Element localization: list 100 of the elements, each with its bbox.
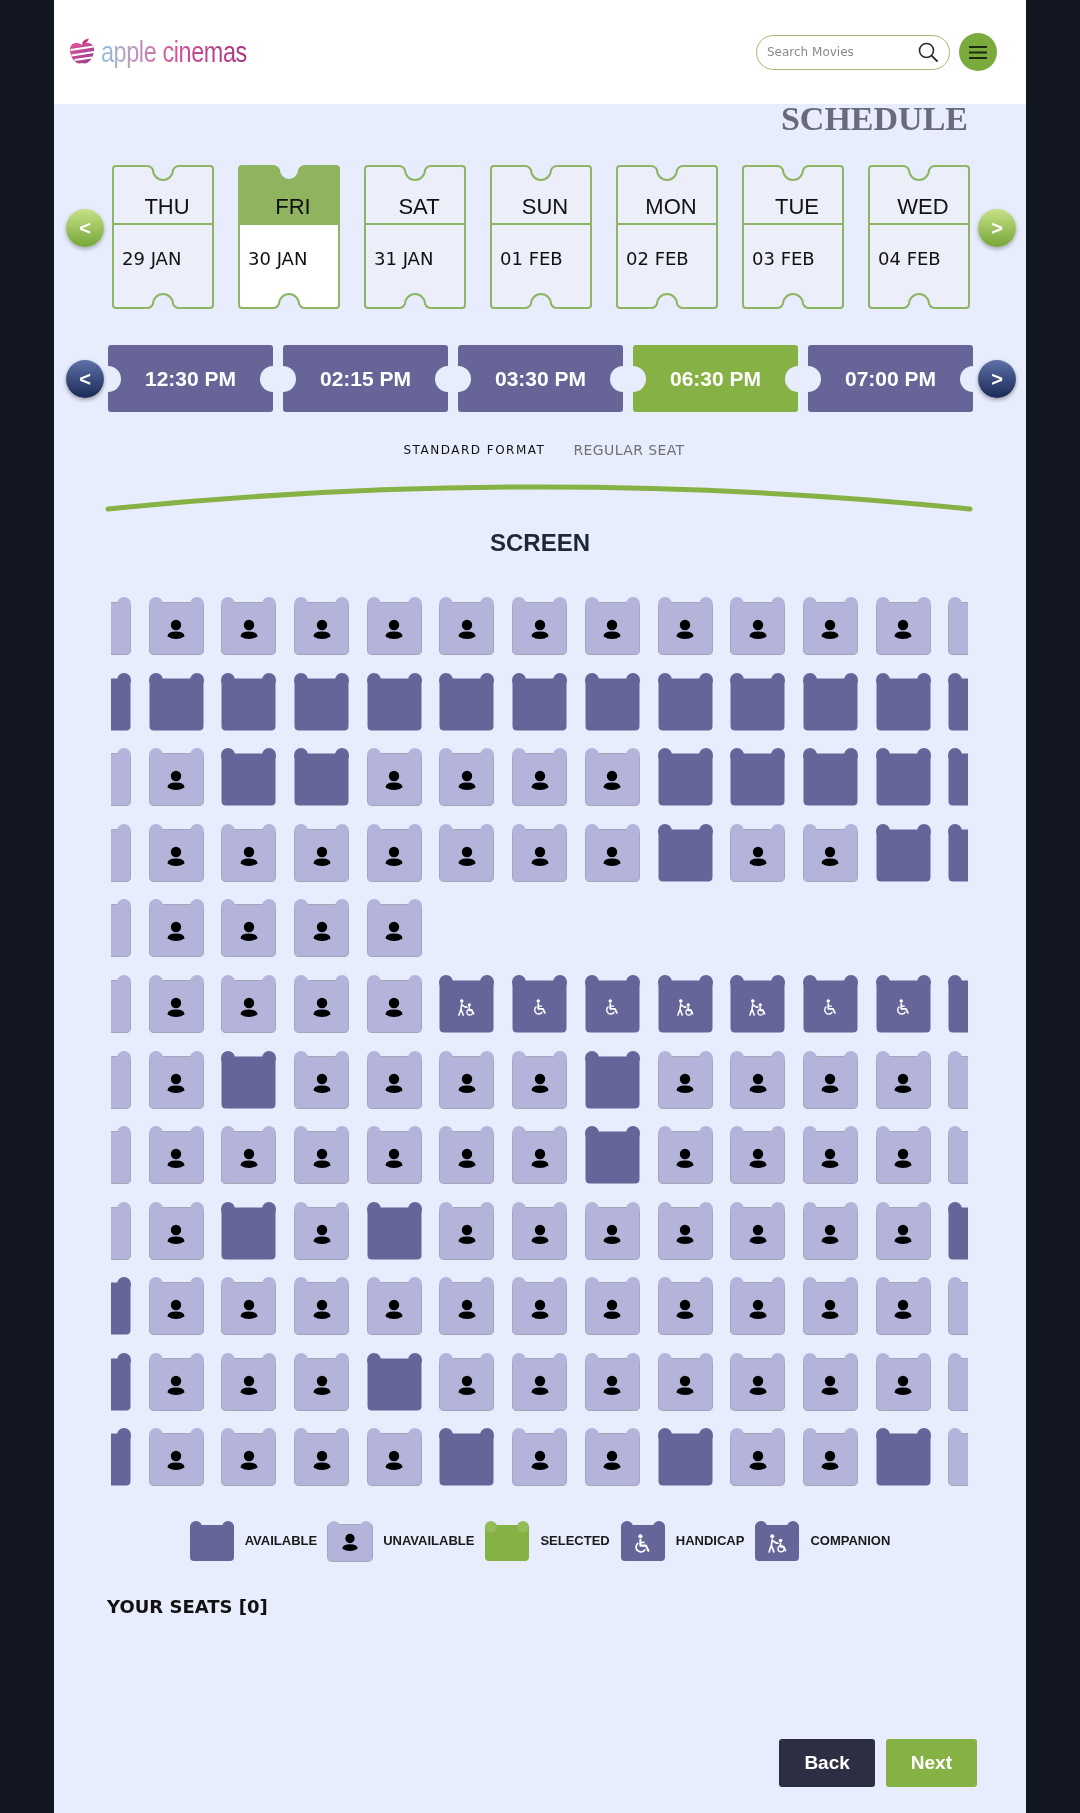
- seat[interactable]: [730, 975, 786, 1033]
- back-button[interactable]: Back: [779, 1739, 875, 1787]
- date-tab[interactable]: THU 29 JAN: [112, 165, 214, 309]
- seat: [584, 1428, 640, 1486]
- seat[interactable]: [802, 672, 858, 731]
- person-icon: [384, 1148, 405, 1170]
- next-time-button[interactable]: >: [978, 359, 1016, 398]
- seat[interactable]: [584, 1050, 640, 1109]
- person-icon: [238, 1299, 259, 1321]
- time-tab[interactable]: 07:00 PM: [808, 345, 973, 412]
- wheelchair-icon: [532, 999, 547, 1015]
- date-tab[interactable]: SUN 01 FEB: [490, 165, 592, 309]
- seat[interactable]: [875, 823, 931, 882]
- seat[interactable]: [148, 672, 204, 731]
- person-icon: [166, 845, 187, 868]
- seat: [875, 1201, 931, 1260]
- seat: [148, 1428, 204, 1486]
- date-tab[interactable]: SAT 31 JAN: [364, 165, 466, 309]
- seat[interactable]: [875, 748, 931, 806]
- seat: [948, 1352, 969, 1411]
- seat[interactable]: [221, 1050, 277, 1109]
- seat: [584, 1201, 640, 1260]
- time-tab[interactable]: 02:15 PM: [283, 345, 448, 412]
- seat[interactable]: [948, 823, 969, 882]
- seat[interactable]: [948, 672, 969, 731]
- seat: [802, 823, 858, 882]
- date-tab[interactable]: WED 04 FEB: [868, 165, 970, 309]
- seat[interactable]: [657, 823, 713, 882]
- seat[interactable]: [657, 748, 713, 806]
- wheelchair-icon: [605, 999, 620, 1015]
- seat[interactable]: [730, 672, 786, 731]
- seat[interactable]: [657, 975, 713, 1033]
- seat[interactable]: [294, 748, 350, 806]
- person-icon: [384, 997, 405, 1019]
- time-tab[interactable]: 03:30 PM: [458, 345, 623, 412]
- person-icon: [456, 1072, 477, 1095]
- seat[interactable]: [584, 1126, 640, 1184]
- seat: [111, 748, 131, 806]
- seat[interactable]: [111, 1352, 131, 1411]
- seat[interactable]: [948, 1201, 969, 1260]
- seat[interactable]: [512, 672, 568, 731]
- date-tab[interactable]: FRI 30 JAN: [238, 165, 340, 309]
- seat[interactable]: [294, 672, 350, 731]
- seat[interactable]: [366, 1201, 422, 1260]
- seat: [221, 899, 277, 957]
- seat[interactable]: [948, 748, 969, 806]
- seat: [294, 899, 350, 957]
- seat[interactable]: [657, 672, 713, 731]
- seat[interactable]: [366, 1352, 422, 1411]
- seat[interactable]: [730, 748, 786, 806]
- person-icon: [384, 1299, 405, 1321]
- seat[interactable]: [512, 975, 568, 1033]
- person-icon: [384, 845, 405, 868]
- search-field[interactable]: Search Movies: [756, 34, 950, 70]
- seat[interactable]: [584, 975, 640, 1033]
- seat: [584, 1277, 640, 1335]
- seat[interactable]: [875, 975, 931, 1033]
- wheelchair-icon: [896, 999, 911, 1015]
- seat[interactable]: [802, 975, 858, 1033]
- seat[interactable]: [221, 748, 277, 806]
- seat[interactable]: [439, 1428, 495, 1486]
- seat[interactable]: [439, 975, 495, 1033]
- person-icon: [675, 619, 695, 641]
- legend-label: SELECTED: [540, 1532, 610, 1551]
- person-icon: [529, 1374, 550, 1397]
- seat: [366, 823, 422, 882]
- person-icon: [238, 619, 259, 641]
- seat[interactable]: [657, 1428, 713, 1486]
- seat[interactable]: [366, 672, 422, 731]
- seat[interactable]: [875, 672, 931, 731]
- seat: [148, 597, 204, 655]
- person-icon: [820, 619, 841, 641]
- date-tab[interactable]: MON 02 FEB: [616, 165, 718, 309]
- menu-icon: [969, 45, 987, 59]
- seat[interactable]: [802, 748, 858, 806]
- time-tab[interactable]: 12:30 PM: [108, 345, 273, 412]
- seat[interactable]: [111, 1277, 131, 1335]
- seat[interactable]: [439, 672, 495, 731]
- seat[interactable]: [584, 672, 640, 731]
- person-icon: [747, 1148, 768, 1170]
- seat: [148, 1277, 204, 1335]
- seat[interactable]: [875, 1428, 931, 1486]
- person-icon: [238, 845, 259, 868]
- seat[interactable]: [111, 672, 131, 731]
- seat[interactable]: [948, 975, 969, 1033]
- seat[interactable]: [111, 1428, 131, 1486]
- person-icon: [456, 619, 477, 641]
- previous-time-button[interactable]: <: [66, 359, 104, 398]
- date-tab[interactable]: TUE 03 FEB: [742, 165, 844, 309]
- menu-button[interactable]: [959, 33, 997, 71]
- person-icon: [529, 1223, 550, 1246]
- person-icon: [311, 619, 332, 641]
- seat: [221, 1277, 277, 1335]
- seat[interactable]: [221, 672, 277, 731]
- seat: [294, 975, 350, 1033]
- person-icon: [238, 921, 259, 943]
- seat: [148, 899, 204, 957]
- seat[interactable]: [221, 1201, 277, 1260]
- seat: [512, 1126, 568, 1184]
- person-icon: [747, 845, 768, 868]
